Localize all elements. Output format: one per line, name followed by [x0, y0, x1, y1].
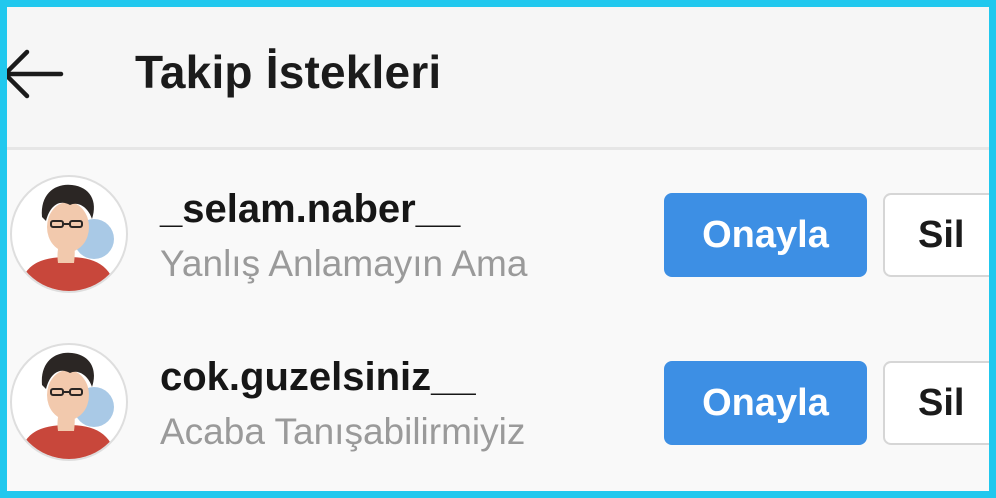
user-avatar-illustration: [20, 184, 116, 291]
delete-button[interactable]: Sil: [883, 361, 989, 445]
delete-button[interactable]: Sil: [883, 193, 989, 277]
back-arrow-icon[interactable]: [7, 49, 65, 99]
avatar[interactable]: [10, 343, 128, 461]
user-avatar-illustration: [20, 352, 116, 459]
approve-button[interactable]: Onayla: [664, 361, 867, 445]
avatar[interactable]: [10, 175, 128, 293]
app-window: Takip İstekleri _selam.naber__ Yanlış An…: [7, 7, 989, 491]
user-fullname: Acaba Tanışabilirmiyiz: [160, 411, 526, 452]
follow-request-row: _selam.naber__ Yanlış Anlamayın Ama Onay…: [7, 155, 989, 315]
username[interactable]: cok.guzelsiniz__: [160, 355, 476, 400]
page-title: Takip İstekleri: [135, 46, 442, 98]
top-bar: Takip İstekleri: [7, 7, 989, 150]
follow-request-row: cok.guzelsiniz__ Acaba Tanışabilirmiyiz …: [7, 323, 989, 483]
approve-button[interactable]: Onayla: [664, 193, 867, 277]
username[interactable]: _selam.naber__: [160, 187, 460, 232]
user-fullname: Yanlış Anlamayın Ama: [160, 243, 528, 284]
